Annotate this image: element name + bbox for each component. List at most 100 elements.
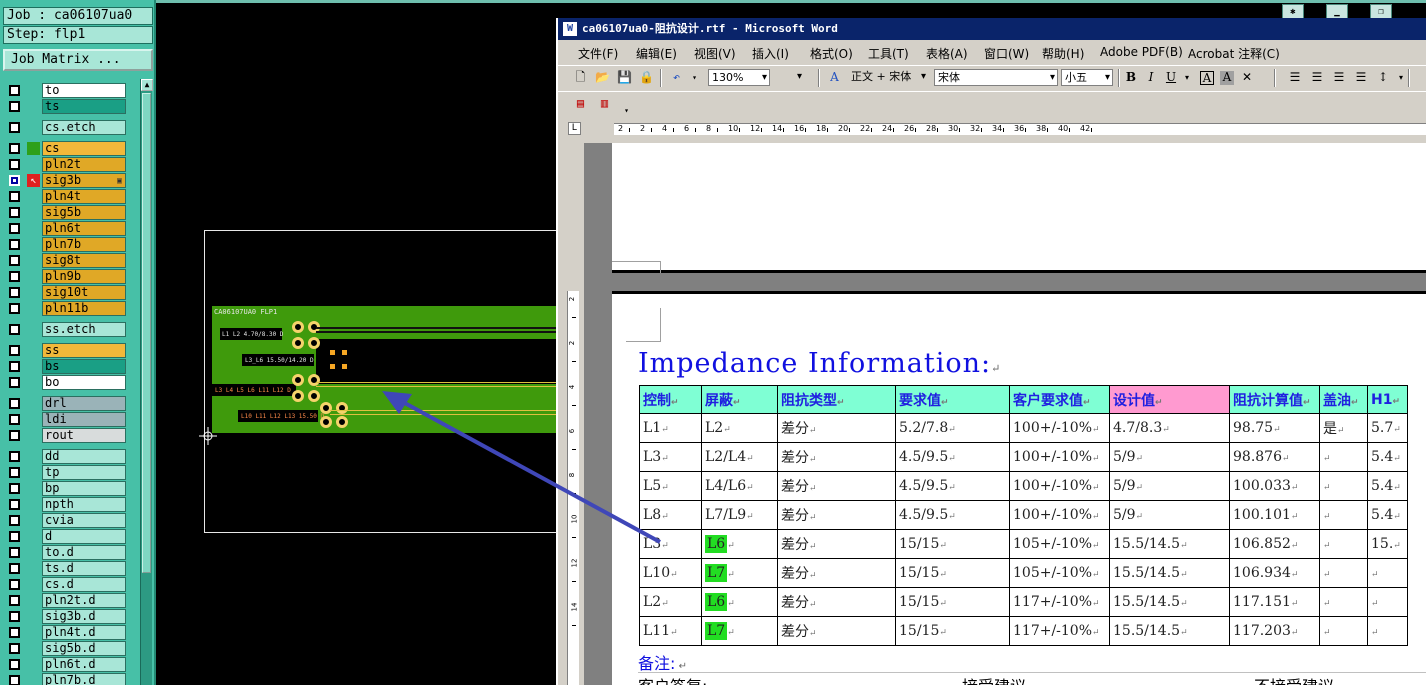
layer-row[interactable]: pln6t.d [3,657,139,672]
scroll-thumb[interactable] [142,93,151,573]
table-cell[interactable] [1319,471,1368,501]
table-cell[interactable]: 差分 [777,558,896,588]
layer-name[interactable]: pln4t.d [42,625,126,640]
layer-row[interactable]: cs.d [3,577,139,592]
table-cell[interactable]: 100.101 [1229,500,1320,530]
table-cell[interactable]: L3 [639,529,702,559]
layer-row[interactable]: tp [3,465,139,480]
layer-checkbox[interactable] [9,531,20,542]
layer-row[interactable]: ts.d [3,561,139,576]
char-scaling-icon[interactable]: ✕ [1238,69,1256,86]
layer-checkbox[interactable] [9,611,20,622]
layer-row[interactable]: rout [3,428,139,443]
table-cell[interactable]: 差分 [777,471,896,501]
layer-checkbox[interactable] [9,287,20,298]
layer-checkbox[interactable] [9,175,20,186]
table-cell[interactable]: 差分 [777,587,896,617]
document-heading[interactable]: Impedance Information: [638,348,1001,379]
layer-row[interactable]: pln9b [3,269,139,284]
layer-checkbox[interactable] [9,191,20,202]
menu-item[interactable]: 表格(A) [926,45,968,62]
layer-row[interactable]: ↖ sig3b ▣ [3,173,139,188]
layer-checkbox[interactable] [9,122,20,133]
layer-checkbox[interactable] [9,159,20,170]
table-cell[interactable]: 15/15 [895,587,1010,617]
table-cell[interactable]: 15/15 [895,558,1010,588]
table-header-cell[interactable]: 客户要求值 [1009,385,1110,414]
layer-checkbox[interactable] [9,255,20,266]
bold-icon[interactable]: B [1122,69,1140,86]
table-cell[interactable] [1319,442,1368,472]
menu-item[interactable]: 编辑(E) [636,45,677,62]
line-spacing-icon[interactable]: ↕ [1374,69,1392,86]
menu-item[interactable]: 帮助(H) [1042,45,1084,62]
table-cell[interactable]: L7 [701,616,778,646]
table-header-cell[interactable]: 阻抗类型 [777,385,896,414]
underline-dropdown-icon[interactable]: ▾ [1178,69,1196,86]
table-header-cell[interactable]: 要求值 [895,385,1010,414]
table-cell[interactable]: 100+/-10% [1009,442,1110,472]
table-cell[interactable]: 5.4 [1367,471,1408,501]
table-cell[interactable]: L10 [639,558,702,588]
table-cell[interactable]: 100+/-10% [1009,500,1110,530]
layer-name[interactable]: pln2t [42,157,126,172]
notes-label[interactable]: 备注: [638,650,687,674]
table-cell[interactable]: 15.5/14.5 [1109,529,1230,559]
layer-name[interactable]: tp [42,465,126,480]
table-cell[interactable]: 15.5/14.5 [1109,558,1230,588]
table-header-cell[interactable]: 阻抗计算值 [1229,385,1320,414]
open-folder-icon[interactable]: 📂 [594,69,611,86]
convert-to-pdf-icon[interactable]: ▤ [572,95,589,112]
char-border-icon[interactable]: A [1200,71,1214,85]
layer-name[interactable]: bp [42,481,126,496]
layer-checkbox[interactable] [9,324,20,335]
table-header-cell[interactable]: 控制 [639,385,702,414]
table-cell[interactable]: 15. [1367,529,1408,559]
layer-checkbox[interactable] [9,483,20,494]
align-center-icon[interactable]: ☰ [1308,69,1326,86]
table-cell[interactable]: 差分 [777,529,896,559]
table-cell[interactable] [1367,587,1408,617]
style-select[interactable]: 正文 + 宋体 [848,69,928,86]
table-cell[interactable]: 5.2/7.8 [895,413,1010,443]
layer-name[interactable]: pln11b [42,301,126,316]
layer-name[interactable]: cs.etch [42,120,126,135]
layer-row[interactable]: sig10t [3,285,139,300]
layer-name[interactable]: ts [42,99,126,114]
table-cell[interactable]: 117+/-10% [1009,616,1110,646]
layer-row[interactable]: pln2t [3,157,139,172]
save-icon[interactable]: 💾 [616,69,633,86]
layer-checkbox[interactable] [9,85,20,96]
table-cell[interactable]: 差分 [777,616,896,646]
layer-name[interactable]: ts.d [42,561,126,576]
layer-row[interactable]: sig5b [3,205,139,220]
layer-checkbox[interactable] [9,659,20,670]
layer-name[interactable]: cs.d [42,577,126,592]
table-cell[interactable]: 4.5/9.5 [895,500,1010,530]
table-cell[interactable]: 4.5/9.5 [895,471,1010,501]
permission-icon[interactable]: 🔒 [638,69,655,86]
table-cell[interactable]: 105+/-10% [1009,529,1110,559]
table-cell[interactable]: 100.033 [1229,471,1320,501]
table-cell[interactable]: 15.5/14.5 [1109,616,1230,646]
document-canvas[interactable]: Impedance Information: 控制屏蔽阻抗类型要求值客户要求值设… [584,143,1426,685]
table-cell[interactable] [1367,616,1408,646]
toolbar-options-icon[interactable]: ▾ [618,102,635,119]
table-cell[interactable]: 105+/-10% [1009,558,1110,588]
styles-formatting-icon[interactable]: A [826,69,843,86]
layer-row[interactable]: cs [3,141,139,156]
undo-icon[interactable]: ↶ [668,69,685,86]
table-cell[interactable]: 差分 [777,413,896,443]
font-select[interactable]: 宋体 [934,69,1058,86]
table-cell[interactable]: L2 [639,587,702,617]
layer-checkbox[interactable] [9,451,20,462]
menu-item[interactable]: 文件(F) [578,45,618,62]
table-cell[interactable]: L6 [701,587,778,617]
table-header-cell[interactable]: H1 [1367,385,1408,414]
layer-checkbox[interactable] [9,643,20,654]
table-cell[interactable]: 100+/-10% [1009,413,1110,443]
font-size-select[interactable]: 小五 [1061,69,1113,86]
layer-checkbox[interactable] [9,207,20,218]
impedance-table[interactable]: 控制屏蔽阻抗类型要求值客户要求值设计值阻抗计算值盖油H1 L1L2差分5.2/7… [639,385,1408,646]
layer-checkbox[interactable] [9,345,20,356]
